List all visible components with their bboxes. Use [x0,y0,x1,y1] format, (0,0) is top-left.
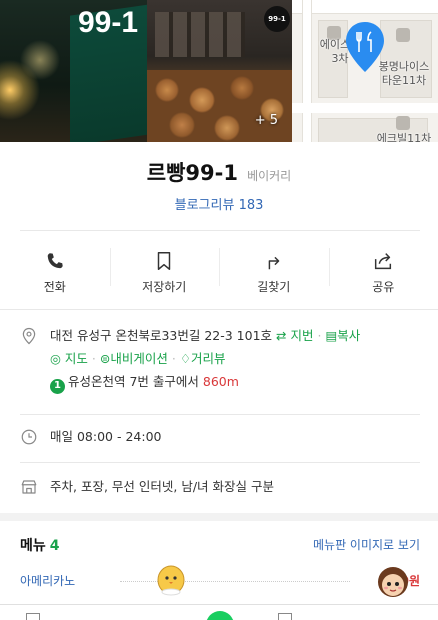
facilities-section: 주차, 포장, 무선 인터넷, 남/녀 화장실 구분 [20,477,420,497]
toolbar-home-button[interactable] [206,611,234,620]
toolbar-icon[interactable] [26,613,40,620]
bookmark-icon [158,251,171,270]
hours-section[interactable]: 매일 08:00 - 24:00 [20,427,420,447]
street-lights [0,0,70,142]
chick-sticker-icon [157,565,185,596]
store-logo-badge: 99-1 [264,6,290,32]
facilities-text: 주차, 포장, 무선 인터넷, 남/녀 화장실 구분 [50,479,274,494]
menu-item[interactable]: 아메리카노 3,0원 [20,572,420,596]
photo-gallery[interactable]: 99-1 99-1 + 5 에이스타 3차 봉명나이스 타운11차 에크빌11차 [0,0,438,142]
call-label: 전화 [43,279,66,294]
section-gap [0,513,438,521]
menu-header: 메뉴 4 메뉴판 이미지로 보기 [20,535,420,555]
toolbar-icon[interactable] [278,613,292,620]
navigation-icon: ⊜ [99,351,111,366]
streetview-icon: ♢ [179,351,192,366]
map-road [302,0,312,142]
directions-icon [268,256,280,269]
subway-line-badge: 1 [50,378,65,394]
menu-count: 4 [49,538,60,554]
display-shelf [155,12,245,57]
bread-display [147,70,292,142]
bottom-toolbar [0,604,438,620]
map-pin-icon [346,22,384,72]
blog-review-label: 블로그리뷰 [174,198,235,213]
directions-label: 길찾기 [257,279,291,294]
divider [20,414,420,415]
phone-icon [47,252,63,268]
divider [20,462,420,463]
store-photo-exterior[interactable]: 99-1 [0,0,147,142]
location-map[interactable]: 에이스타 3차 봉명나이스 타운11차 에크빌11차 [292,0,438,142]
subway-info: 1 유성온천역 7번 출구에서 860m [50,372,420,394]
call-button[interactable]: 전화 [0,240,110,304]
divider [0,309,438,310]
menu-board-link[interactable]: 메뉴판 이미지로 보기 [313,536,420,553]
map-building-icon [396,28,410,42]
station-distance: 860m [202,374,239,389]
map-road [292,0,438,14]
hours-text: 매일 08:00 - 24:00 [50,429,162,444]
menu-item-name: 아메리카노 [20,574,76,588]
swap-icon: ⇄ [276,328,287,343]
store-sign-text: 99-1 [78,6,139,39]
divider [20,230,420,231]
place-title-row: 르빵99-1 베이커리 [0,157,438,187]
place-category: 베이커리 [247,169,292,183]
copy-address-button[interactable]: ▤복사 [325,328,360,343]
map-link[interactable]: ◎ 지도 [50,351,88,366]
character-sticker-icon [378,567,408,597]
map-marker-icon: ◎ [50,351,61,366]
map-label-building: 에크빌11차 [376,132,432,142]
save-label: 저장하기 [142,279,187,294]
separator-dot: · [91,351,96,366]
map-road [292,103,438,113]
separator-dot: · [317,328,322,343]
clock-icon [21,429,37,445]
store-photo-interior[interactable]: 99-1 + 5 [147,0,292,142]
map-building-icon [396,116,410,130]
location-pin-icon [22,327,36,345]
copy-icon: ▤ [325,328,338,343]
address-section: 대전 유성구 온천북로33번길 22-3 101호 ⇄ 지번 · ▤복사 ◎ 지… [20,326,420,394]
station-text: 유성온천역 7번 출구에서 [68,374,199,389]
navigation-link[interactable]: ⊜내비게이션 [100,351,168,366]
save-button[interactable]: 저장하기 [109,240,220,304]
action-bar: 전화 저장하기 길찾기 공유 [0,240,438,304]
menu-item-leader [120,581,350,582]
more-photos-count[interactable]: + 5 [255,113,278,128]
share-label: 공유 [372,279,395,294]
separator-dot: · [171,351,176,366]
blog-review-link[interactable]: 블로그리뷰 183 [0,194,438,213]
store-icon [21,480,37,494]
streetview-link[interactable]: ♢거리뷰 [180,351,226,366]
menu-title: 메뉴 4 [20,538,60,554]
address-text: 대전 유성구 온천북로33번길 22-3 101호 [50,328,273,343]
share-icon [375,252,392,269]
blog-review-count: 183 [238,198,264,213]
jibun-toggle[interactable]: ⇄ 지번 [276,328,313,343]
directions-button[interactable]: 길찾기 [219,240,329,304]
place-name: 르빵99-1 [146,161,238,185]
share-button[interactable]: 공유 [328,240,438,304]
